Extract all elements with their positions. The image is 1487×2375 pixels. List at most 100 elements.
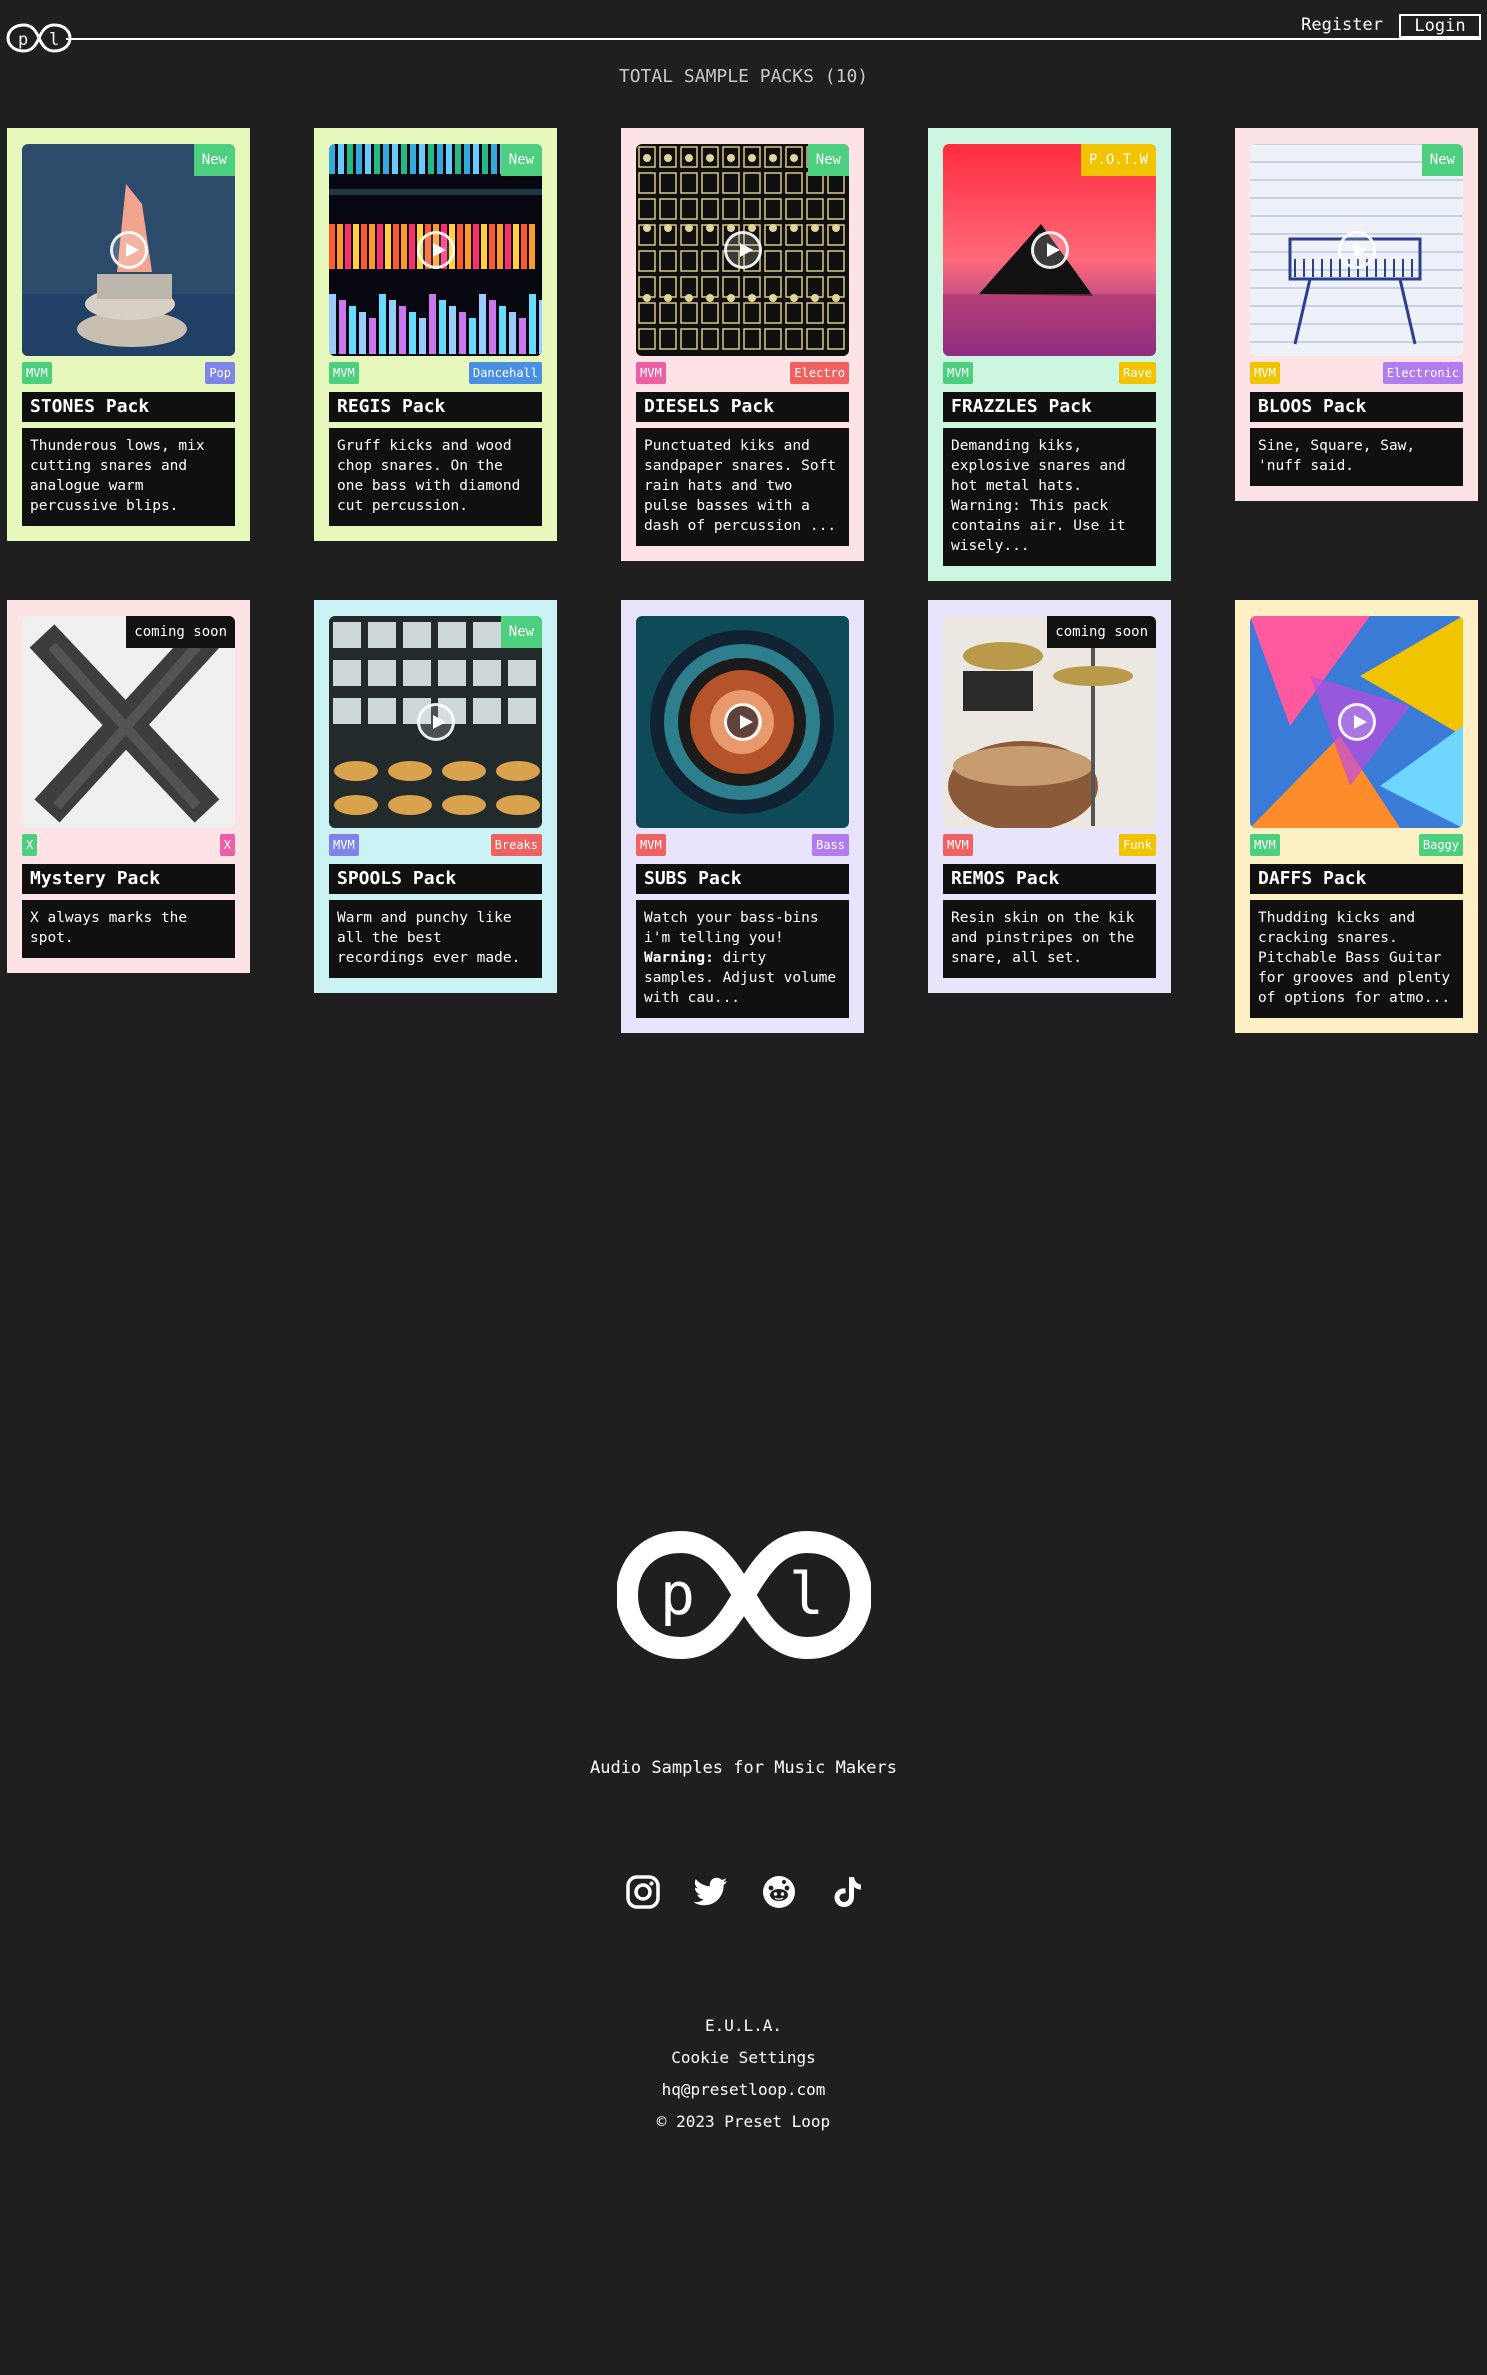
pack-description: Thudding kicks and cracking snares. Pitc… <box>1250 900 1463 1018</box>
tag-row: MVM Pop <box>22 362 235 386</box>
pack-title[interactable]: BLOOS Pack <box>1250 392 1463 422</box>
pack-title[interactable]: DIESELS Pack <box>636 392 849 422</box>
pack-card[interactable]: coming soon MVM Funk REMOS Pack Resin skin o… <box>928 600 1171 993</box>
login-button[interactable]: Login <box>1399 14 1481 38</box>
pack-image[interactable]: New <box>329 144 542 356</box>
pack-title[interactable]: REGIS Pack <box>329 392 542 422</box>
play-icon[interactable] <box>109 231 148 269</box>
pack-badge: coming soon <box>1047 616 1156 648</box>
label-tag[interactable]: MVM <box>1250 834 1280 856</box>
footer-links: E.U.L.A. Cookie Settings hq@presetloop.c… <box>0 2010 1487 2138</box>
label-tag[interactable]: MVM <box>943 362 973 384</box>
pack-description: Sine, Square, Saw, 'nuff said. <box>1250 428 1463 486</box>
pack-description: Thunderous lows, mix cutting snares and … <box>22 428 235 526</box>
header-divider <box>66 38 1481 40</box>
tag-row: MVM Rave <box>943 362 1156 386</box>
pack-image[interactable]: New <box>22 144 235 356</box>
play-icon[interactable] <box>1337 231 1376 269</box>
genre-tag[interactable]: Baggy <box>1418 834 1463 856</box>
pack-image[interactable]: coming soon <box>22 616 235 828</box>
genre-tag[interactable]: Dancehall <box>468 362 542 384</box>
tag-row: XX <box>22 834 235 858</box>
pack-card[interactable]: P.O.T.W MVM Rave FRAZZLES Pack Demanding kik… <box>928 128 1171 581</box>
svg-text:p: p <box>660 1560 695 1628</box>
pack-card[interactable]: coming soon X X Mystery Pack X always marks … <box>7 600 250 973</box>
genre-tag[interactable]: Funk <box>1119 834 1156 856</box>
pack-image[interactable]: P.O.T.W <box>943 144 1156 356</box>
reddit-icon[interactable] <box>761 1874 797 1910</box>
pack-image[interactable] <box>636 616 849 828</box>
pack-card[interactable]: New MVM Pop STONES Pack Thunderous lows, mix… <box>7 128 250 541</box>
pack-badge: New <box>193 144 235 176</box>
pack-card[interactable]: MVM Bass SUBS Pack Watch your bass-bins i'm… <box>621 600 864 1033</box>
tagline: Audio Samples for Music Makers <box>589 1758 898 1778</box>
pack-image[interactable]: New <box>1250 144 1463 356</box>
pack-card[interactable]: MVM Baggy DAFFS Pack Thudding kicks and cra… <box>1235 600 1478 1033</box>
play-icon[interactable] <box>723 231 762 269</box>
pack-image[interactable]: New <box>636 144 849 356</box>
pack-description: Demanding kiks, explosive snares and hot… <box>943 428 1156 566</box>
pack-title[interactable]: REMOS Pack <box>943 864 1156 894</box>
pack-card[interactable]: New MVM Electronic BLOOS Pack Sine, Square, … <box>1235 128 1478 501</box>
play-icon[interactable] <box>416 231 455 269</box>
pack-card[interactable]: New MVM Breaks SPOOLS Pack Warm and punchy l… <box>314 600 557 993</box>
total-packs-title: TOTAL SAMPLE PACKS (10) <box>618 66 869 87</box>
label-tag[interactable]: MVM <box>22 362 52 384</box>
tag-row: MVM Dancehall <box>329 362 542 386</box>
play-icon[interactable] <box>1337 703 1376 741</box>
pack-image[interactable]: New <box>329 616 542 828</box>
twitter-icon[interactable] <box>693 1874 729 1910</box>
instagram-icon[interactable] <box>625 1874 661 1910</box>
svg-text:l: l <box>789 1560 824 1628</box>
pack-badge: P.O.T.W <box>1080 144 1156 176</box>
pack-image[interactable]: coming soon <box>943 616 1156 828</box>
pack-card[interactable]: New MVM Electro DIESELS Pack Punctuated kiks… <box>621 128 864 561</box>
eula-link[interactable]: E.U.L.A. <box>0 2010 1487 2042</box>
play-icon[interactable] <box>416 703 455 741</box>
cookie-settings-link[interactable]: Cookie Settings <box>0 2042 1487 2074</box>
pack-card[interactable]: New MVM Dancehall REGIS Pack Gruff kicks and… <box>314 128 557 541</box>
genre-tag[interactable]: X <box>219 834 235 856</box>
label-tag[interactable]: MVM <box>636 834 666 856</box>
genre-tag[interactable]: Breaks <box>490 834 542 856</box>
pack-description: Resin skin on the kik and pinstripes on … <box>943 900 1156 978</box>
register-link[interactable]: Register <box>1301 15 1383 35</box>
copyright: © 2023 Preset Loop <box>656 2112 831 2131</box>
pack-title[interactable]: DAFFS Pack <box>1250 864 1463 894</box>
genre-tag[interactable]: Bass <box>812 834 849 856</box>
tag-row: MVM Electronic <box>1250 362 1463 386</box>
pack-description: Gruff kicks and wood chop snares. On the… <box>329 428 542 526</box>
pack-badge: New <box>807 144 849 176</box>
pack-title[interactable]: STONES Pack <box>22 392 235 422</box>
genre-tag[interactable]: Electro <box>790 362 849 384</box>
social-links <box>620 1874 870 1916</box>
pack-image[interactable] <box>1250 616 1463 828</box>
label-tag[interactable]: X <box>22 834 38 856</box>
pack-title[interactable]: SPOOLS Pack <box>329 864 542 894</box>
tag-row: MVM Electro <box>636 362 849 386</box>
pack-title[interactable]: SUBS Pack <box>636 864 849 894</box>
tag-row: MVM Breaks <box>329 834 542 858</box>
label-tag[interactable]: MVM <box>329 834 359 856</box>
genre-tag[interactable]: Electronic <box>1382 362 1463 384</box>
pack-description: X always marks the spot. <box>22 900 235 958</box>
pack-title[interactable]: FRAZZLES Pack <box>943 392 1156 422</box>
tiktok-icon[interactable] <box>829 1874 865 1910</box>
footer-logo-icon: p l <box>617 1530 871 1660</box>
label-tag[interactable]: MVM <box>943 834 973 856</box>
label-tag[interactable]: MVM <box>1250 362 1280 384</box>
svg-text:p: p <box>18 30 28 50</box>
label-tag[interactable]: MVM <box>329 362 359 384</box>
genre-tag[interactable]: Rave <box>1119 362 1156 384</box>
logo-icon[interactable]: p l <box>6 20 72 56</box>
pack-description: Punctuated kiks and sandpaper snares. So… <box>636 428 849 546</box>
pack-title[interactable]: Mystery Pack <box>22 864 235 894</box>
label-tag[interactable]: MVM <box>636 362 666 384</box>
pack-badge: New <box>500 616 542 648</box>
genre-tag[interactable]: Pop <box>205 362 235 384</box>
email-link[interactable]: hq@presetloop.com <box>0 2074 1487 2106</box>
tag-row: MVM Bass <box>636 834 849 858</box>
play-icon[interactable] <box>723 703 762 741</box>
pack-description: Watch your bass-bins i'm telling you! Wa… <box>636 900 849 1018</box>
play-icon[interactable] <box>1030 231 1069 269</box>
